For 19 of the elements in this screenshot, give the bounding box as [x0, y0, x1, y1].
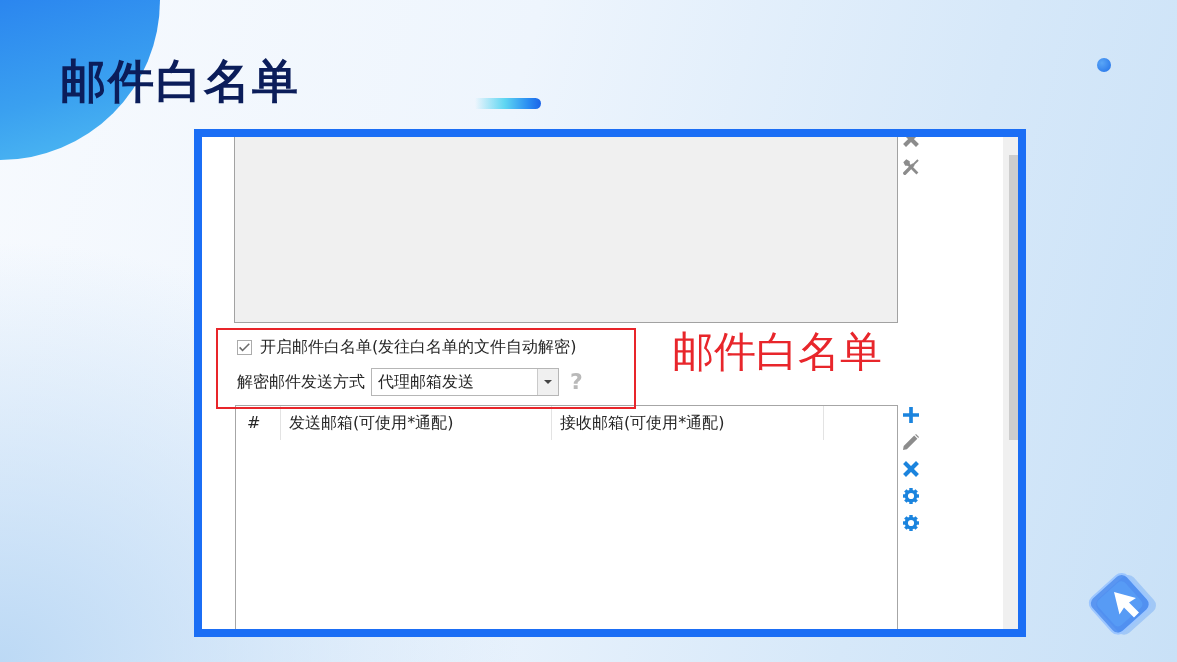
- caret-icon: [544, 380, 552, 384]
- send-mode-dropdown[interactable]: 代理邮箱发送: [371, 368, 559, 396]
- checkbox[interactable]: [237, 339, 252, 355]
- plus-icon[interactable]: [903, 407, 919, 423]
- dropdown-label: 解密邮件发送方式: [237, 372, 365, 392]
- scrollbar-thumb[interactable]: [1009, 155, 1018, 440]
- dot-icon: [1097, 58, 1111, 72]
- column-header: #: [236, 406, 281, 440]
- scrollbar[interactable]: [1003, 137, 1018, 629]
- checkbox-label[interactable]: 开启邮件白名单(发往白名单的文件自动解密): [260, 337, 577, 357]
- annotation-text: 邮件白名单: [672, 328, 882, 376]
- accent-bar: [475, 98, 541, 109]
- gear-icon[interactable]: [903, 515, 919, 531]
- dropdown-button[interactable]: [537, 369, 558, 395]
- checkmark-icon: [239, 342, 250, 352]
- column-header: 接收邮箱(可使用*通配): [552, 406, 824, 440]
- column-header: 发送邮箱(可使用*通配): [281, 406, 552, 440]
- cross-icon[interactable]: [903, 461, 919, 477]
- gear-icon[interactable]: [903, 488, 919, 504]
